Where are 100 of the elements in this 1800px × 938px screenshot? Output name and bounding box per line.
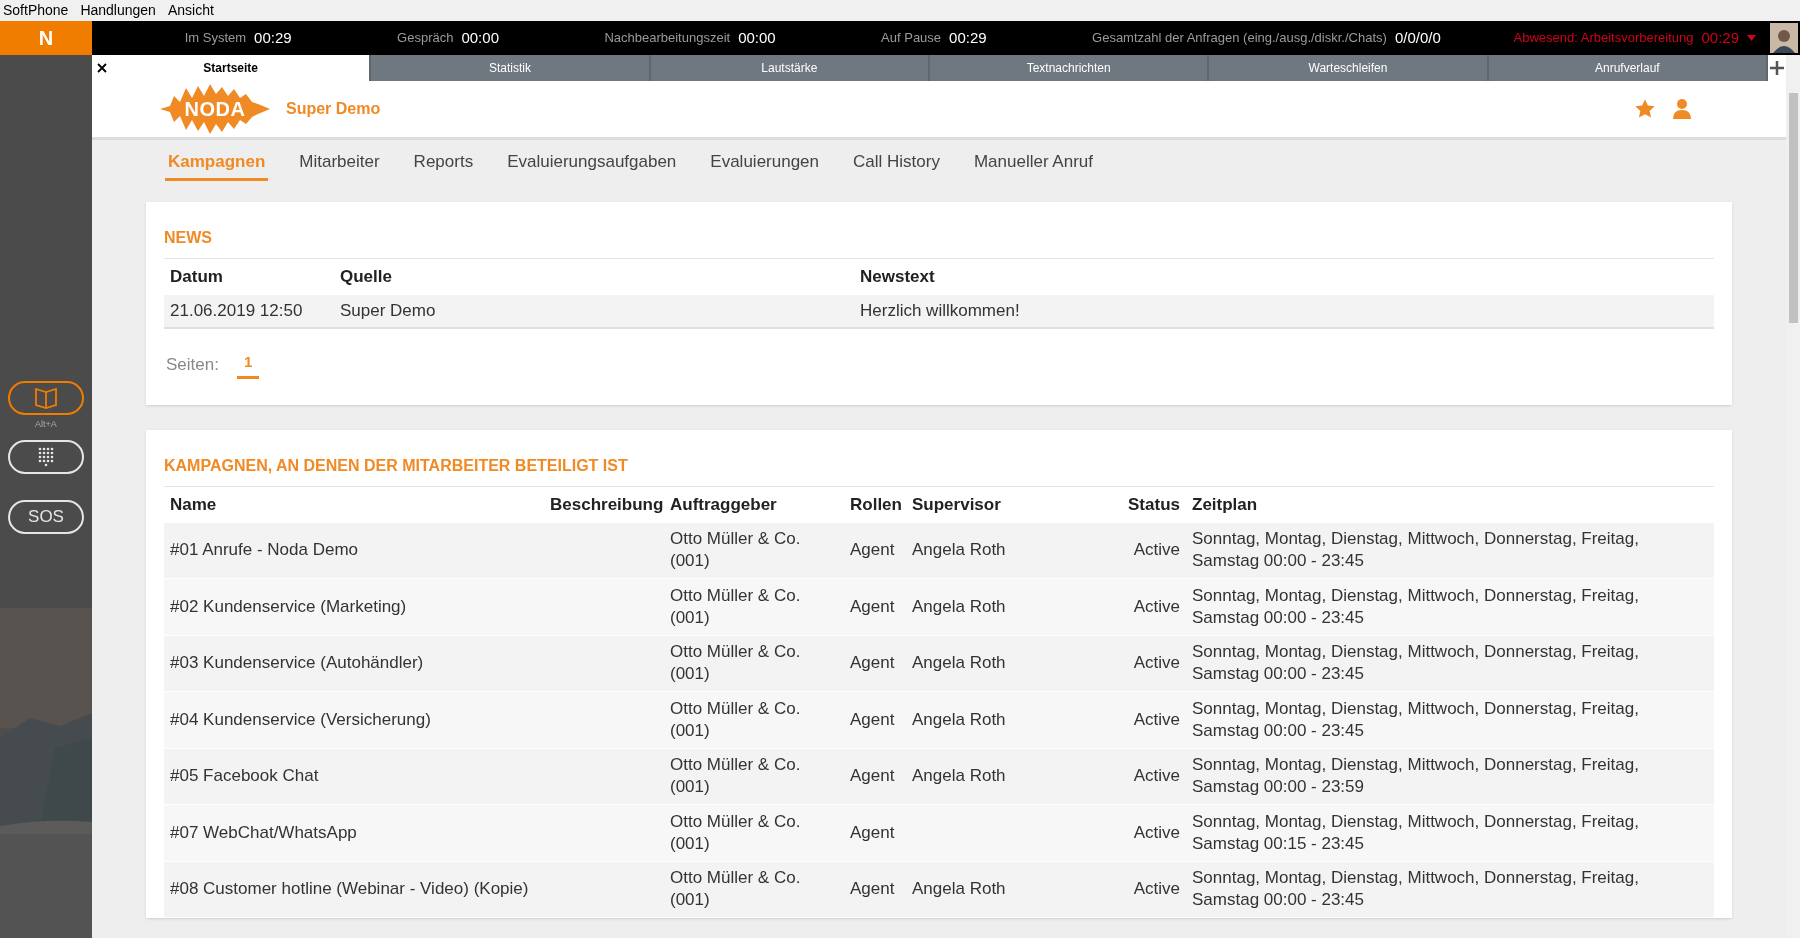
table-cell-text: #03 Kundenservice (Autohändler) (169, 652, 425, 675)
book-icon (34, 387, 58, 409)
tab[interactable]: Lautstärke (650, 55, 928, 81)
table-cell-text: Agent (849, 765, 896, 788)
stat-value: 00:29 (949, 27, 987, 48)
stat-label: Gespräch (397, 29, 454, 48)
tab[interactable]: Startseite (92, 55, 370, 81)
tab[interactable]: Anrufverlauf (1488, 55, 1766, 81)
table-cell-text: Agent (849, 821, 896, 844)
tab[interactable]: Textnachrichten (930, 55, 1208, 81)
add-tab-button[interactable] (1767, 55, 1786, 81)
table-cell-text: Sonntag, Montag, Dienstag, Mittwoch, Donnerstag, Freitag, Samstag 00:00 - 23:59 (1191, 754, 1640, 799)
table-cell-text: Otto Müller & Co. (001) (669, 810, 802, 855)
table-cell-text: Agent (849, 539, 896, 562)
presence-time: 00:29 (1701, 27, 1739, 48)
tab[interactable]: Statistik (371, 55, 649, 81)
table-cell-text: Otto Müller & Co. (001) (669, 754, 802, 799)
shortcut-hint: Alt+A (35, 418, 57, 431)
column-header: Supervisor (911, 493, 1002, 516)
column-header: Name (169, 493, 218, 516)
stat-value: 0/0/0/0 (1394, 27, 1441, 48)
menu-item[interactable]: SoftPhone (0, 0, 72, 21)
column-header: Quelle (339, 266, 393, 289)
table-cell-text: Sonntag, Montag, Dienstag, Mittwoch, Donnerstag, Freitag, Samstag 00:00 - 23:45 (1191, 867, 1640, 912)
logo: N (0, 21, 92, 55)
sidebar-button[interactable] (8, 381, 84, 415)
table-cell-text: Agent (849, 708, 896, 731)
column-header: Newstext (859, 266, 936, 289)
table-cell-text: Angela Roth (911, 708, 1007, 731)
keypad-icon (38, 446, 54, 467)
nav-link[interactable]: Evaluierungen (707, 149, 823, 181)
table-cell-text: Herzlich willkommen! (859, 300, 1021, 323)
stat-label: Gesamtzahl der Anfragen (eing./ausg./diskr./Chats) (1092, 29, 1387, 48)
table-cell-text: Angela Roth (911, 878, 1007, 901)
stat-value: 00:00 (461, 27, 499, 48)
table-cell-text: #08 Customer hotline (Webinar - Video) (Kopie) (169, 878, 530, 901)
person-icon (1773, 27, 1795, 53)
plus-icon[interactable] (1769, 61, 1784, 75)
table-cell-text: #04 Kundenservice (Versicherung) (169, 708, 432, 731)
nav-link[interactable]: Mitarbeiter (296, 149, 383, 181)
table-cell-text: Angela Roth (911, 595, 1007, 618)
column-header: Beschreibung (549, 493, 664, 516)
stat-value: 00:00 (738, 27, 776, 48)
table-cell-text: Agent (849, 652, 896, 675)
nav-link[interactable]: Manueller Anruf (970, 149, 1096, 181)
presence-status[interactable]: Abwesend: Arbeitsvorbereitung (1513, 28, 1694, 48)
section-title: NEWS (164, 226, 1714, 259)
table-cell-text: Active (1132, 652, 1181, 675)
tab[interactable]: Warteschleifen (1209, 55, 1487, 81)
star-icon[interactable] (1634, 98, 1656, 120)
table-cell-text: Active (1132, 539, 1181, 562)
table-cell-text: Sonntag, Montag, Dienstag, Mittwoch, Donnerstag, Freitag, Samstag 00:15 - 23:45 (1191, 810, 1640, 855)
table-cell-text: Sonntag, Montag, Dienstag, Mittwoch, Donnerstag, Freitag, Samstag 00:00 - 23:45 (1191, 697, 1640, 742)
avatar[interactable] (1770, 23, 1798, 53)
close-icon[interactable] (97, 63, 107, 73)
column-header: Datum (169, 266, 224, 289)
table-cell-text: Active (1132, 821, 1181, 844)
table-cell-text: Angela Roth (911, 539, 1007, 562)
table-cell-text: Agent (849, 595, 896, 618)
table-cell-text: Otto Müller & Co. (001) (669, 867, 802, 912)
user-icon[interactable] (1672, 98, 1692, 120)
table-cell-text: Active (1132, 765, 1181, 788)
table-cell-text: Otto Müller & Co. (001) (669, 584, 802, 629)
nav-link[interactable]: Reports (410, 149, 477, 181)
stat-label: Nachbearbeitungszeit (604, 29, 731, 48)
menu-item[interactable]: Handlungen (77, 0, 159, 21)
table-cell-text: Angela Roth (911, 765, 1007, 788)
table-cell-text: Sonntag, Montag, Dienstag, Mittwoch, Donnerstag, Freitag, Samstag 00:00 - 23:45 (1191, 584, 1640, 629)
stat-value: 00:29 (254, 27, 292, 48)
table-cell-text: Sonntag, Montag, Dienstag, Mittwoch, Donnerstag, Freitag, Samstag 00:00 - 23:45 (1191, 528, 1640, 573)
pages-label: Seiten: (166, 354, 219, 376)
column-header: Zeitplan (1191, 493, 1259, 516)
column-header: Rollen (849, 493, 903, 516)
table-cell-text: Otto Müller & Co. (001) (669, 697, 802, 742)
scrollbar-thumb[interactable] (1788, 93, 1798, 323)
table-cell-text: #05 Facebook Chat (169, 765, 320, 788)
table-cell-text: 21.06.2019 12:50 (169, 300, 304, 323)
sidebar-button[interactable]: SOS (8, 499, 84, 534)
noda-logo: NODA (160, 84, 270, 134)
table-cell-text: Angela Roth (911, 652, 1007, 675)
nav-link[interactable]: Evaluierungsaufgaben (504, 149, 680, 181)
table-cell-text: Otto Müller & Co. (001) (669, 528, 802, 573)
table-cell-text: Agent (849, 878, 896, 901)
table-cell-text: #01 Anrufe - Noda Demo (169, 539, 360, 562)
section-title: KAMPAGNEN, AN DENEN DER MITARBEITER BETEILIGT IST (164, 453, 1714, 487)
column-header: Auftraggeber (669, 493, 778, 516)
table-cell-text: Otto Müller & Co. (001) (669, 641, 802, 686)
stat-label: Auf Pause (881, 29, 942, 48)
column-header: Status (1127, 493, 1181, 516)
table-cell-text: Active (1132, 708, 1181, 731)
table-cell-text: #02 Kundenservice (Marketing) (169, 595, 408, 618)
menu-item[interactable]: Ansicht (164, 0, 217, 21)
table-cell-text: Super Demo (339, 300, 437, 323)
app-title: Super Demo (286, 99, 381, 119)
table-cell-text: Active (1132, 878, 1181, 901)
caret-icon[interactable] (1747, 35, 1756, 41)
table-cell-text: Active (1132, 595, 1181, 618)
table-cell-text: #07 WebChat/WhatsApp (169, 821, 358, 844)
nav-link[interactable]: Call History (850, 149, 943, 181)
table-cell-text: Sonntag, Montag, Dienstag, Mittwoch, Donnerstag, Freitag, Samstag 00:00 - 23:45 (1191, 641, 1640, 686)
